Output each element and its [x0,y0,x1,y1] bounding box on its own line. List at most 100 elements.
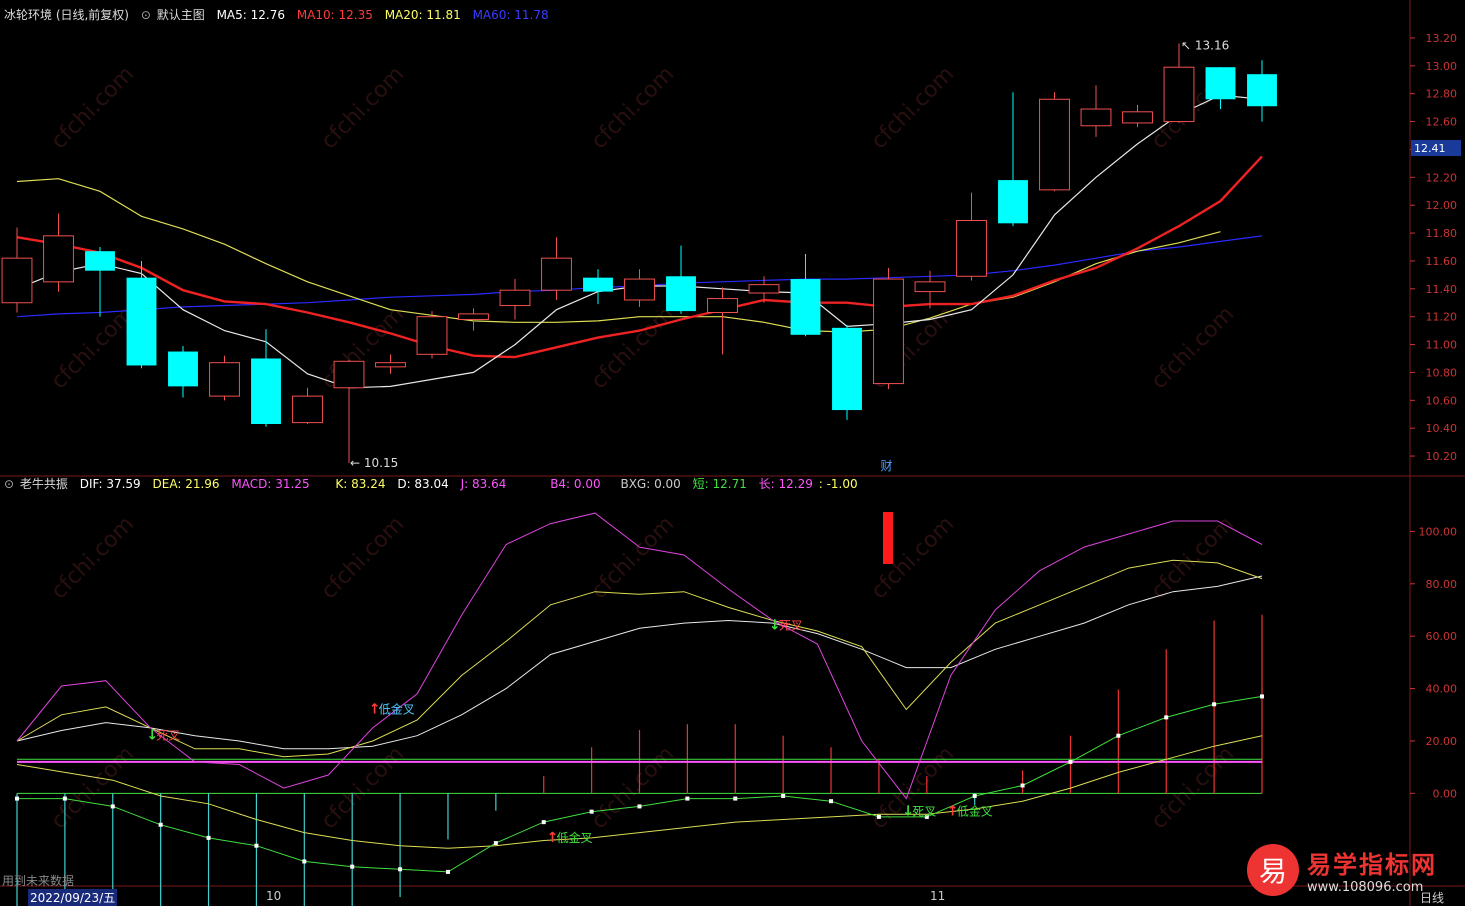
y-tick-label: 40.00 [1426,683,1458,696]
crossover-signal: ↑低金叉 [369,702,415,718]
candle [832,325,862,420]
crossover-signal: ↓死叉 [769,618,803,634]
dif-point [541,820,546,825]
candle-body [790,279,821,335]
y-tick-label: 12.60 [1426,116,1458,129]
y-tick-label: 12.80 [1426,88,1458,101]
stock-chart[interactable]: cfchi.com cfchi.com cfchi.com cfchi.comcfch… [0,0,1465,906]
candle-body [1039,98,1070,191]
candle-body [707,298,738,314]
y-tick-label: 10.20 [1426,450,1458,463]
background [0,0,1465,906]
future-data-note: 用到未来数据 [2,874,75,888]
dif-point [589,809,594,814]
dif-point [302,859,307,864]
dif-point [493,841,498,846]
crossover-signal: ↓死叉 [902,804,936,820]
circle-toggle-icon[interactable]: ⊙ [141,8,151,22]
circle-toggle-icon[interactable]: ⊙ [4,477,14,491]
signal-block [883,512,893,564]
dif-point [829,799,834,804]
dif-point [158,822,163,827]
candle-body [43,235,74,283]
candle-body [126,277,157,366]
candle-body [168,351,198,387]
y-tick-label: 12.20 [1426,171,1458,184]
dif-point [398,867,403,872]
candle [416,311,448,359]
signal-label: 死叉 [779,619,803,633]
candle-body [624,278,655,301]
macd-label: MACD: 31.25 [231,477,310,491]
ma10-label: MA10: 12.35 [296,8,373,22]
candle-body [873,278,904,385]
y-tick-label: 12.00 [1426,199,1458,212]
j-label: J: 83.64 [460,477,507,491]
candle-body [85,251,115,271]
dif-point [781,793,786,798]
dea-label: DEA: 21.96 [152,477,220,491]
signal-label: 低金叉 [557,830,593,845]
candle-body [956,220,987,277]
crossover-signal: ↓死叉 [146,728,180,744]
long-label: 长: 12.29 [758,477,813,491]
dif-point [206,835,211,840]
dif-label: DIF: 37.59 [79,477,141,491]
sub-chart-header: ⊙ 老牛共振 DIF: 37.59 DEA: 21.96 MACD: 31.25… [4,475,866,493]
ma20-label: MA20: 11.81 [384,8,461,22]
signal-label: 低金叉 [957,804,993,819]
dif-point [15,796,19,801]
ma5-label: MA5: 12.76 [216,8,285,22]
candle-body [333,360,365,389]
signal-label: 低金叉 [379,702,415,717]
candle-body [541,257,572,291]
x-label-oct: 10 [266,889,282,903]
high-price-label: ↖ 13.16 [1181,39,1229,53]
y-tick-label: 10.80 [1426,366,1458,379]
candle-body [748,284,780,294]
stock-title[interactable]: 冰轮环境 (日线,前复权) [4,8,129,22]
candle-body [998,180,1028,224]
dif-point [110,804,115,809]
candle-body [416,316,448,355]
template-label[interactable]: 默认主图 [157,8,205,22]
indicator-name[interactable]: 老牛共振 [20,477,68,491]
dif-point [1164,715,1169,720]
dif-point [350,864,355,869]
bxg-label: BXG: 0.00 [620,477,681,491]
candle-body [209,362,240,397]
low-price-label: ← 10.15 [350,456,398,470]
dif-point [1212,702,1217,707]
y-tick-label: 10.40 [1426,422,1458,435]
candle-body [914,281,946,293]
brand-logo: 易 [1247,844,1299,896]
dif-point [1068,759,1073,764]
dif-point [637,804,642,809]
dif-point [733,796,738,801]
candle-body [292,395,323,424]
current-price-label: 12.41 [1414,142,1446,155]
y-tick-label: 11.40 [1426,283,1458,296]
y-tick-label: 100.00 [1419,525,1458,538]
candle-body [1122,111,1153,124]
y-tick-label: 11.00 [1426,339,1458,352]
ma60-label: MA60: 11.78 [472,8,549,22]
candle-body [583,277,613,292]
candle-body [1,257,33,304]
y-tick-label: 80.00 [1426,578,1458,591]
candle-body [832,327,862,411]
dif-point [972,793,977,798]
brand-url: www.108096.com [1307,880,1424,895]
crossover-signal: ↑低金叉 [547,830,593,846]
dif-point [62,796,67,801]
candle-body [251,358,281,425]
y-tick-label: 11.20 [1426,311,1458,324]
y-tick-label: 11.60 [1426,255,1458,268]
d-label: D: 83.04 [397,477,449,491]
candle-body [1247,74,1277,107]
candle-body [375,362,406,368]
candle-body [666,276,696,312]
dif-point [254,843,259,848]
dif-point [876,814,881,819]
candle-body [458,313,489,320]
